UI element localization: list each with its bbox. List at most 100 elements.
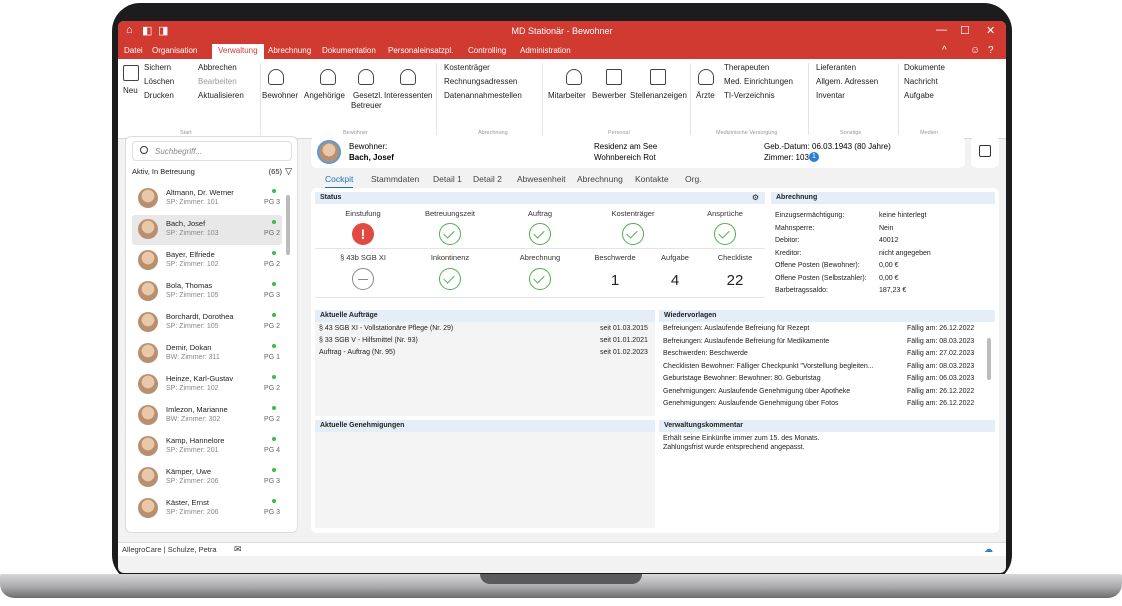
followups-scrollbar[interactable] <box>987 338 991 380</box>
menu-dokumentation[interactable]: Dokumentation <box>322 46 376 55</box>
status-icon[interactable] <box>352 268 374 290</box>
list-scrollbar[interactable] <box>286 195 290 255</box>
order-name[interactable]: § 43 SGB XI - Vollstationäre Pflege (Nr.… <box>319 325 453 332</box>
menu-controlling[interactable]: Controlling <box>468 46 506 55</box>
kostentraeger-button[interactable]: Kostenträger <box>444 63 490 72</box>
list-item[interactable]: Imlezon, Marianne BW: Zimmer: 302 PG 2 <box>132 401 282 431</box>
resident-name: Kämper, Uwe <box>166 467 212 476</box>
dokumente-button[interactable]: Dokumente <box>904 63 945 72</box>
stellenanzeigen-button[interactable]: Stellenanzeigen <box>630 91 687 100</box>
tab-detail2[interactable]: Detail 2 <box>473 174 502 184</box>
order-name[interactable]: § 33 SGB V - Hilfsmittel (Nr. 93) <box>319 337 418 344</box>
filter-bar[interactable]: Aktiv, In Betreuung (65) ▽ <box>132 166 292 179</box>
list-item[interactable]: Demir, Dokan BW: Zimmer: 311 PG 1 <box>132 339 282 369</box>
menu-administration[interactable]: Administration <box>520 46 571 55</box>
followup-item[interactable]: Beschwerden: Beschwerde <box>663 350 748 357</box>
angehoerige-button[interactable]: Angehörige <box>304 91 345 100</box>
interessenten-button[interactable]: Interessenten <box>384 91 432 100</box>
menu-verwaltung[interactable]: Verwaltung <box>212 44 264 59</box>
help-icon[interactable]: ? <box>988 45 994 56</box>
ti-button[interactable]: TI-Verzeichnis <box>724 91 775 100</box>
cloud-icon[interactable]: ☁ <box>984 544 993 555</box>
status-count[interactable]: 1 <box>595 272 635 289</box>
list-item[interactable]: Heinze, Karl-Gustav SP: Zimmer: 102 PG 2 <box>132 370 282 400</box>
followup-item[interactable]: Genehmigungen: Auslaufende Genehmigung ü… <box>663 400 839 407</box>
followup-item[interactable]: Genehmigungen: Auslaufende Genehmigung ü… <box>663 388 850 395</box>
care-grade: PG 3 <box>264 292 280 299</box>
status-icon[interactable] <box>529 223 551 245</box>
tab-detail1[interactable]: Detail 1 <box>433 174 462 184</box>
nachricht-button[interactable]: Nachricht <box>904 77 938 86</box>
print-button[interactable]: Drucken <box>144 91 174 100</box>
status-icon[interactable] <box>439 223 461 245</box>
resident-name: Demir, Dokan <box>166 343 212 352</box>
cancel-button[interactable]: Abbrechen <box>198 63 237 72</box>
collapse-icon[interactable]: ^ <box>942 45 947 56</box>
list-item[interactable]: Bach, Josef SP: Zimmer: 103 PG 2 <box>132 215 282 245</box>
status-label: Ansprüche <box>707 209 743 218</box>
search-input[interactable]: Suchbegriff... <box>132 141 292 161</box>
status-icon[interactable] <box>439 268 461 290</box>
list-item[interactable]: Borchardt, Dorothea SP: Zimmer: 105 PG 2 <box>132 308 282 338</box>
tab-stammdaten[interactable]: Stammdaten <box>371 174 419 184</box>
order-name[interactable]: Auftrag - Auftrag (Nr. 95) <box>319 349 395 356</box>
tab-abrechnung[interactable]: Abrechnung <box>577 174 623 184</box>
list-item[interactable]: Bayer, Elfriede SP: Zimmer: 102 PG 2 <box>132 246 282 276</box>
status-icon[interactable] <box>714 223 736 245</box>
new-button[interactable]: Neu <box>123 86 138 95</box>
followup-item[interactable]: Befreiungen: Auslaufende Befreiung für M… <box>663 338 829 345</box>
list-item[interactable]: Käster, Ernst SP: Zimmer: 206 PG 3 <box>132 494 282 524</box>
status-icon[interactable] <box>529 268 551 290</box>
maximize-icon[interactable]: ☐ <box>960 24 970 37</box>
menu-organisation[interactable]: Organisation <box>152 46 197 55</box>
list-item[interactable]: Altmann, Dr. Werner SP: Zimmer: 101 PG 3 <box>132 184 282 214</box>
status-label: § 43b SGB XI <box>340 253 386 262</box>
tab-org[interactable]: Org. <box>685 174 702 184</box>
mitarbeiter-button[interactable]: Mitarbeiter <box>548 91 586 100</box>
ribbon: Neu Sichern Abbrechen Löschen Bearbeiten… <box>118 59 1006 139</box>
minimize-icon[interactable]: — <box>936 24 947 36</box>
adressen-button[interactable]: Allgem. Adressen <box>816 77 878 86</box>
bewerber-button[interactable]: Bewerber <box>592 91 626 100</box>
delete-button[interactable]: Löschen <box>144 77 174 86</box>
edit-button[interactable]: Bearbeiten <box>198 77 237 86</box>
followup-item[interactable]: Befreiungen: Auslaufende Befreiung für R… <box>663 325 809 332</box>
status-icon[interactable]: ! <box>352 223 374 245</box>
smiley-icon[interactable]: ☺ <box>970 45 980 56</box>
lieferanten-button[interactable]: Lieferanten <box>816 63 856 72</box>
refresh-button[interactable]: Aktualisieren <box>198 91 244 100</box>
followup-item[interactable]: Checklisten Bewohner: Fälliger Checkpunk… <box>663 363 874 370</box>
list-item[interactable]: Bola, Thomas SP: Zimmer: 105 PG 3 <box>132 277 282 307</box>
inventar-button[interactable]: Inventar <box>816 91 845 100</box>
settings-icon[interactable]: ⚙ <box>752 193 759 202</box>
resident-name: Altmann, Dr. Werner <box>166 188 234 197</box>
billing-key: Debitor: <box>775 237 800 244</box>
tab-abwesenheit[interactable]: Abwesenheit <box>517 174 566 184</box>
therapeuten-button[interactable]: Therapeuten <box>724 63 769 72</box>
bewohner-button[interactable]: Bewohner <box>262 91 298 100</box>
mail-icon[interactable]: ✉ <box>234 544 242 555</box>
menu-personaleinsatz[interactable]: Personaleinsatzpl. <box>388 46 453 55</box>
status-icon[interactable] <box>622 223 644 245</box>
followup-item[interactable]: Geburtstage Bewohner: Bewohner: 80. Gebu… <box>663 375 821 382</box>
close-icon[interactable]: ✕ <box>986 24 995 37</box>
tab-kontakte[interactable]: Kontakte <box>635 174 669 184</box>
list-item[interactable]: Kamp, Hannelore SP: Zimmer: 201 PG 4 <box>132 432 282 462</box>
tab-cockpit[interactable]: Cockpit <box>325 174 354 189</box>
datenannahme-button[interactable]: Datenannahmestellen <box>444 91 522 100</box>
menu-abrechnung[interactable]: Abrechnung <box>268 46 311 55</box>
info-badge[interactable]: 1 <box>809 152 819 162</box>
status-count[interactable]: 22 <box>715 272 755 289</box>
med-einrichtungen-button[interactable]: Med. Einrichtungen <box>724 77 793 86</box>
aufgabe-button[interactable]: Aufgabe <box>904 91 934 100</box>
filter-icon[interactable]: ▽ <box>285 166 292 177</box>
status-count[interactable]: 4 <box>655 272 695 289</box>
gesetzl-button[interactable]: Gesetzl. <box>353 91 382 100</box>
aerzte-button[interactable]: Ärzte <box>696 91 715 100</box>
resident-name: Imlezon, Marianne <box>166 405 228 414</box>
rechnungsadressen-button[interactable]: Rechnungsadressen <box>444 77 517 86</box>
add-resident-button[interactable] <box>971 136 999 168</box>
save-button[interactable]: Sichern <box>144 63 171 72</box>
list-item[interactable]: Kämper, Uwe SP: Zimmer: 206 PG 3 <box>132 463 282 493</box>
menu-datei[interactable]: Datei <box>124 46 143 55</box>
